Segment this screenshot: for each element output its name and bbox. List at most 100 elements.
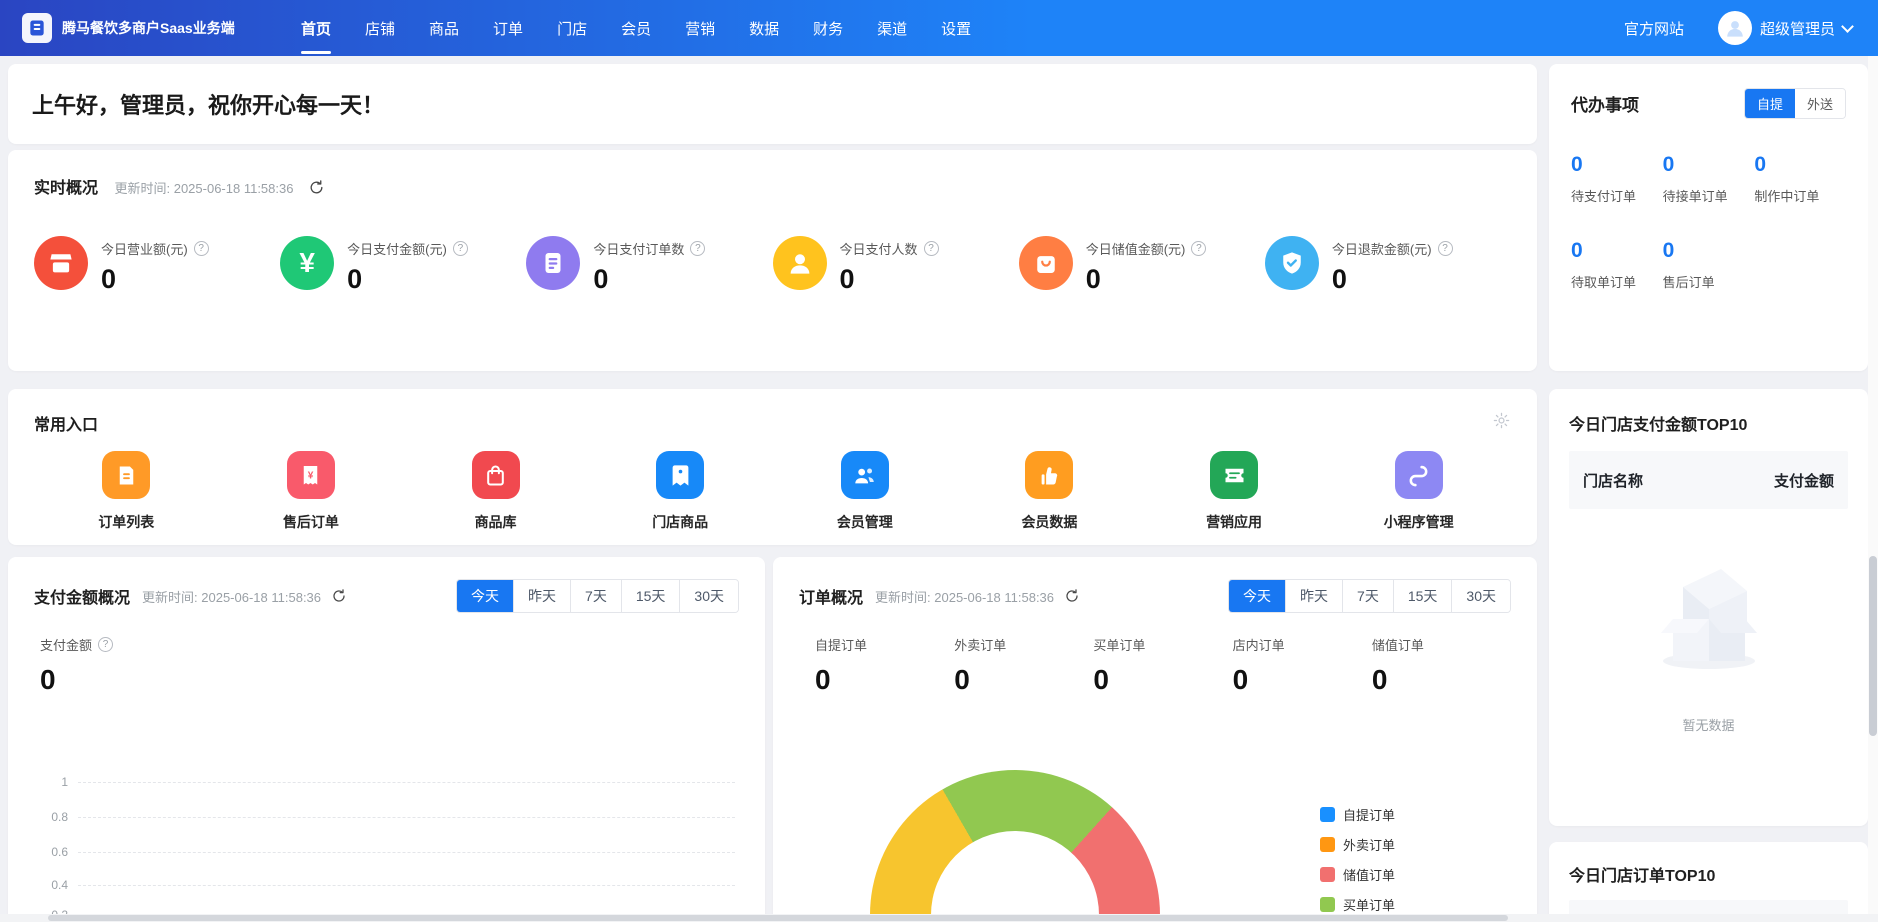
legend-swatch (1320, 897, 1335, 912)
metric-instore-orders: 店内订单 0 (1233, 635, 1372, 696)
refresh-icon[interactable] (1064, 588, 1080, 604)
tab-delivery[interactable]: 外送 (1795, 89, 1845, 118)
help-icon[interactable]: ? (453, 241, 468, 256)
help-icon[interactable]: ? (1191, 241, 1206, 256)
tab-today[interactable]: 今天 (457, 580, 513, 612)
refresh-icon[interactable] (308, 179, 325, 196)
official-site-link[interactable]: 官方网站 (1624, 18, 1684, 39)
realtime-update-time: 更新时间: 2025-06-18 11:58:36 (114, 181, 293, 196)
top10-orders-card: 今日门店订单TOP10 (1549, 842, 1868, 922)
entry-store-goods[interactable]: 门店商品 (588, 451, 773, 532)
app-title: 腾马餐饮多商户Saas业务端 (62, 19, 242, 38)
member-data-thumb-icon (1025, 451, 1073, 499)
order-period-tabs: 今天 昨天 7天 15天 30天 (1228, 579, 1511, 613)
chevron-down-icon (1841, 20, 1854, 33)
tab-yesterday[interactable]: 昨天 (1285, 580, 1342, 612)
nav-item-orders[interactable]: 订单 (476, 0, 540, 56)
app-logo-icon (22, 13, 52, 43)
payment-overview-card: 支付金额概况 更新时间: 2025-06-18 11:58:36 今天 昨天 7… (8, 557, 765, 922)
order-chart-legend: 自提订单 外卖订单 储值订单 买单订单 (1320, 805, 1395, 914)
empty-box-illustration (1643, 557, 1775, 675)
help-icon[interactable]: ? (690, 241, 705, 256)
top10-orders-title: 今日门店订单TOP10 (1569, 862, 1848, 886)
entry-goods-library[interactable]: 商品库 (403, 451, 588, 532)
nav-item-channels[interactable]: 渠道 (860, 0, 924, 56)
legend-takeout-orders[interactable]: 外卖订单 (1320, 835, 1395, 854)
entry-marketing-apps[interactable]: 营销应用 (1142, 451, 1327, 532)
metric-value: 0 (1086, 264, 1207, 295)
metric-paybill-orders: 买单订单 0 (1093, 635, 1232, 696)
tab-15days[interactable]: 15天 (621, 580, 680, 612)
metric-value: 0 (347, 264, 468, 295)
help-icon[interactable]: ? (194, 241, 209, 256)
metric-pickup-orders: 自提订单 0 (815, 635, 954, 696)
todo-grid: 0 待支付订单 0 待接单订单 0 制作中订单 0 待取单订单 0 售后订单 (1571, 153, 1846, 325)
help-icon[interactable]: ? (924, 241, 939, 256)
help-icon[interactable]: ? (98, 637, 113, 652)
entry-miniprogram-management[interactable]: 小程序管理 (1326, 451, 1511, 532)
yen-icon: ¥ (280, 236, 334, 290)
vertical-scrollbar-track (1868, 56, 1878, 922)
nav-item-home[interactable]: 首页 (284, 0, 348, 56)
realtime-title: 实时概况 (34, 180, 98, 197)
payment-update-time: 更新时间: 2025-06-18 11:58:36 (142, 587, 321, 606)
quick-entries-title: 常用入口 (34, 411, 98, 435)
tab-pickup[interactable]: 自提 (1745, 89, 1795, 118)
payment-overview-title: 支付金额概况 (34, 584, 130, 608)
nav-item-members[interactable]: 会员 (604, 0, 668, 56)
tab-7days[interactable]: 7天 (570, 580, 621, 612)
top-navbar: 腾马餐饮多商户Saas业务端 首页 店铺 商品 订单 门店 会员 营销 数据 财… (0, 0, 1878, 56)
nav-item-data[interactable]: 数据 (732, 0, 796, 56)
nav-item-settings[interactable]: 设置 (924, 0, 988, 56)
tab-7days[interactable]: 7天 (1342, 580, 1393, 612)
nav-item-shop[interactable]: 店铺 (348, 0, 412, 56)
order-donut-chart (870, 770, 1160, 922)
user-menu[interactable]: 超级管理员 (1718, 11, 1852, 45)
empty-state: 暂无数据 (1569, 557, 1848, 734)
tab-15days[interactable]: 15天 (1393, 580, 1452, 612)
refresh-icon[interactable] (331, 588, 347, 604)
vertical-scrollbar-thumb[interactable] (1869, 556, 1877, 736)
quick-entries-row: 订单列表 ¥ 售后订单 商品库 门店商品 会员管理 (34, 451, 1511, 532)
tab-yesterday[interactable]: 昨天 (513, 580, 570, 612)
nav-item-goods[interactable]: 商品 (412, 0, 476, 56)
after-sale-receipt-icon: ¥ (287, 451, 335, 499)
greeting-card: 上午好，管理员，祝你开心每一天！ (8, 64, 1537, 144)
metric-value: 0 (593, 264, 705, 295)
legend-swatch (1320, 807, 1335, 822)
entry-after-sale-orders[interactable]: ¥ 售后订单 (219, 451, 404, 532)
legend-swatch (1320, 867, 1335, 882)
horizontal-scrollbar-thumb[interactable] (48, 915, 1508, 921)
main-nav: 首页 店铺 商品 订单 门店 会员 营销 数据 财务 渠道 设置 (284, 0, 988, 56)
todo-item-after-sale: 0 售后订单 (1663, 239, 1755, 291)
greeting-text: 上午好，管理员，祝你开心每一天！ (32, 88, 384, 120)
entry-order-list[interactable]: 订单列表 (34, 451, 219, 532)
legend-paybill-orders[interactable]: 买单订单 (1320, 895, 1395, 914)
app-logo: 腾马餐饮多商户Saas业务端 (22, 13, 272, 43)
todo-title: 代办事项 (1571, 91, 1639, 116)
tab-today[interactable]: 今天 (1229, 580, 1285, 612)
gear-icon[interactable] (1492, 411, 1511, 435)
help-icon[interactable]: ? (1438, 241, 1453, 256)
person-icon (773, 236, 827, 290)
legend-storedvalue-orders[interactable]: 储值订单 (1320, 865, 1395, 884)
todo-item-pending-pickup: 0 待取单订单 (1571, 239, 1663, 291)
nav-item-stores[interactable]: 门店 (540, 0, 604, 56)
top10-payment-title: 今日门店支付金额TOP10 (1569, 411, 1848, 435)
payment-period-tabs: 今天 昨天 7天 15天 30天 (456, 579, 739, 613)
nav-item-finance[interactable]: 财务 (796, 0, 860, 56)
tab-30days[interactable]: 30天 (679, 580, 738, 612)
order-list-icon (102, 451, 150, 499)
goods-bag-icon (472, 451, 520, 499)
entry-member-data[interactable]: 会员数据 (957, 451, 1142, 532)
metric-value: 0 (101, 264, 209, 295)
legend-swatch (1320, 837, 1335, 852)
nav-item-marketing[interactable]: 营销 (668, 0, 732, 56)
tab-30days[interactable]: 30天 (1451, 580, 1510, 612)
metric-today-stored-value: 今日储值金额(元)? 0 (1019, 236, 1265, 295)
todo-item-in-production: 0 制作中订单 (1754, 153, 1846, 205)
realtime-metrics: 今日营业额(元)? 0 ¥ 今日支付金额(元)? 0 今日支付订单数? 0 (34, 236, 1511, 295)
legend-pickup-orders[interactable]: 自提订单 (1320, 805, 1395, 824)
entry-member-management[interactable]: 会员管理 (773, 451, 958, 532)
col-payment-amount: 支付金额 (1774, 470, 1834, 491)
